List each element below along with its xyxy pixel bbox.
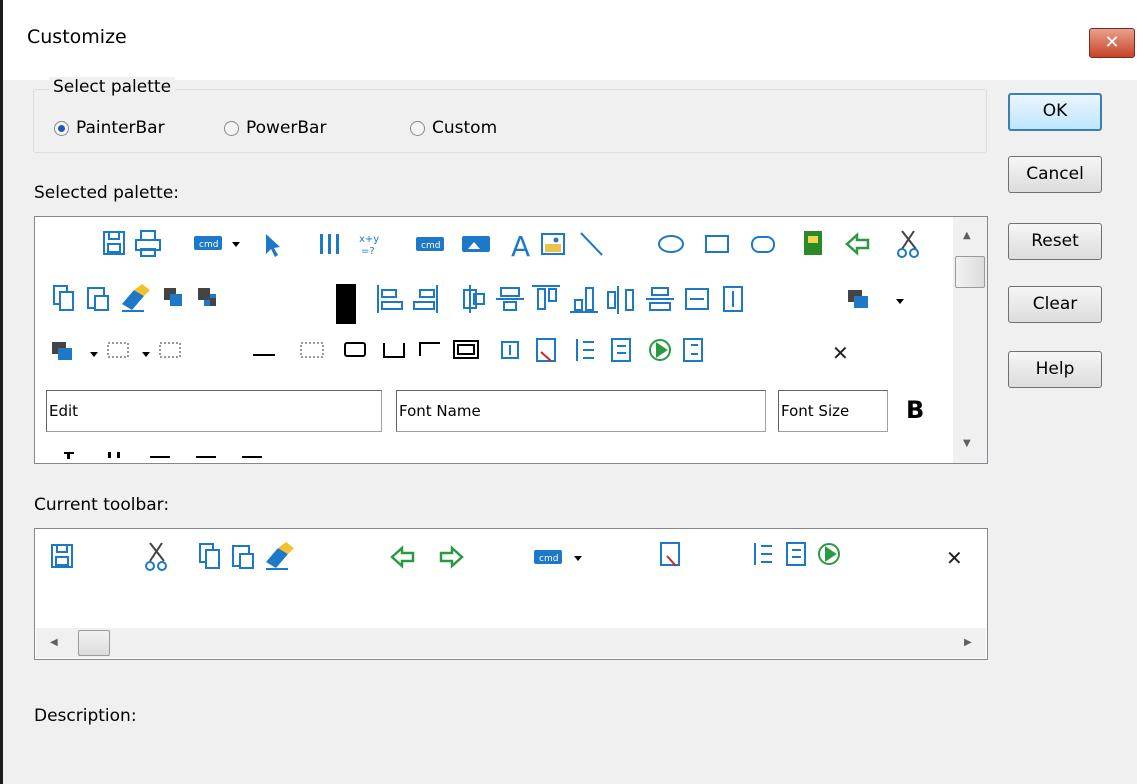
preview-mark-icon <box>540 351 552 362</box>
cancel-button[interactable]: Cancel <box>1008 156 1102 193</box>
copy-icon[interactable] <box>199 543 220 569</box>
preview-icon[interactable] <box>660 542 680 567</box>
clear-button[interactable]: Clear <box>1008 286 1102 323</box>
close-x-icon[interactable]: ✕ <box>946 546 963 570</box>
undo-icon[interactable] <box>390 545 415 569</box>
command-button-icon[interactable]: cmd <box>534 550 562 564</box>
svg-text:cmd: cmd <box>539 554 558 564</box>
toolbar-scroll-thumb[interactable] <box>78 630 110 656</box>
run-icon[interactable] <box>818 543 840 565</box>
clear-icon[interactable] <box>266 542 294 570</box>
customize-dialog: Customize ✕ Select palette PainterBar Po… <box>0 0 1137 784</box>
help-button[interactable]: Help <box>1008 351 1102 388</box>
sort-icon[interactable] <box>754 543 772 565</box>
current-toolbar-icons-layer: cmd ✕ <box>51 351 963 571</box>
dropdown-arrow-icon[interactable] <box>574 556 582 561</box>
scroll-right-icon[interactable]: ▶ <box>964 637 972 648</box>
save-icon[interactable] <box>51 544 73 568</box>
scroll-left-icon[interactable]: ◀ <box>50 637 58 648</box>
redo-icon[interactable] <box>439 545 464 569</box>
toolbar-horizontal-scrollbar[interactable] <box>36 628 986 658</box>
ok-button[interactable]: OK <box>1008 93 1102 131</box>
paste-icon[interactable] <box>232 545 254 569</box>
reset-button[interactable]: Reset <box>1008 223 1102 260</box>
data-icon[interactable] <box>786 542 806 566</box>
cut-icon[interactable] <box>145 542 167 571</box>
description-label: Description: <box>34 706 137 726</box>
